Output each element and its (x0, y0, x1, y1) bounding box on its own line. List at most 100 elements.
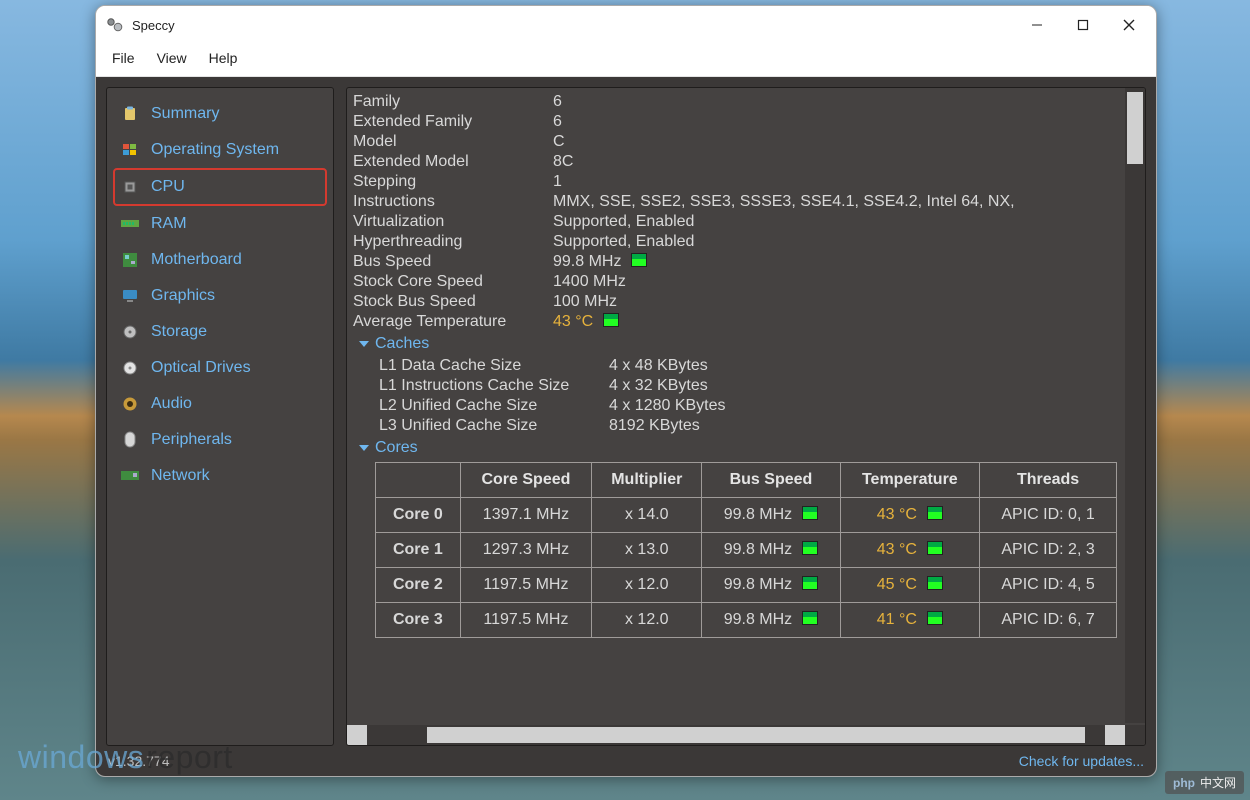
menu-view[interactable]: View (153, 48, 191, 68)
col-bus: Bus Speed (702, 463, 840, 498)
sidebar-item-network[interactable]: Network (107, 458, 333, 494)
cache-value: 4 x 48 KBytes (609, 356, 708, 376)
cell-temp: 43 °C (840, 533, 980, 568)
scroll-thumb[interactable] (1127, 92, 1143, 164)
prop-value: 8C (553, 152, 1117, 172)
section-caches[interactable]: Caches (359, 334, 1117, 354)
prop-row: ModelC (353, 132, 1117, 152)
scroll-left-button[interactable] (347, 725, 367, 745)
activity-chip-icon (802, 541, 818, 555)
prop-row: Stepping1 (353, 172, 1117, 192)
cell-bus-text: 99.8 MHz (724, 506, 792, 523)
motherboard-icon (121, 251, 139, 269)
cell-speed: 1197.5 MHz (460, 603, 592, 638)
sidebar-item-peripherals[interactable]: Peripherals (107, 422, 333, 458)
scroll-right-button[interactable] (1105, 725, 1125, 745)
sidebar-item-label: Peripherals (151, 431, 232, 449)
vertical-scrollbar[interactable] (1125, 88, 1145, 723)
ram-icon (121, 215, 139, 233)
sidebar-item-label: Optical Drives (151, 359, 251, 377)
activity-chip-icon (927, 506, 943, 520)
cell-bus-text: 99.8 MHz (724, 576, 792, 593)
statusbar: v1.32.774 Check for updates... (96, 746, 1156, 776)
prop-row: HyperthreadingSupported, Enabled (353, 232, 1117, 252)
section-label: Cores (375, 438, 418, 458)
cache-row: L1 Instructions Cache Size4 x 32 KBytes (379, 376, 1117, 396)
table-row: Core 0 1397.1 MHz x 14.0 99.8 MHz 43 °C … (376, 498, 1117, 533)
cell-speed: 1397.1 MHz (460, 498, 592, 533)
prop-value: 6 (553, 112, 1117, 132)
prop-key: Extended Family (353, 112, 553, 132)
prop-value: 1400 MHz (553, 272, 1117, 292)
php-cn-badge: php 中文网 (1165, 771, 1244, 794)
cache-key: L2 Unified Cache Size (379, 396, 609, 416)
sidebar-item-label: Storage (151, 323, 207, 341)
sidebar-item-storage[interactable]: Storage (107, 314, 333, 350)
cache-value: 4 x 1280 KBytes (609, 396, 726, 416)
check-updates-link[interactable]: Check for updates... (1019, 753, 1144, 769)
activity-chip-icon (927, 541, 943, 555)
caret-down-icon (359, 445, 369, 451)
sidebar-item-cpu[interactable]: CPU (113, 168, 327, 206)
sidebar-item-label: Operating System (151, 141, 279, 159)
cache-row: L2 Unified Cache Size4 x 1280 KBytes (379, 396, 1117, 416)
activity-chip-icon (802, 611, 818, 625)
version-label: v1.32.774 (108, 753, 170, 769)
sidebar-item-os[interactable]: Operating System (107, 132, 333, 168)
prop-key: Average Temperature (353, 312, 553, 332)
cell-threads: APIC ID: 0, 1 (980, 498, 1117, 533)
cell-name: Core 3 (376, 603, 461, 638)
horizontal-scrollbar[interactable] (347, 725, 1125, 745)
titlebar[interactable]: Speccy (96, 6, 1156, 44)
prop-key: Family (353, 92, 553, 112)
prop-value-text: 99.8 MHz (553, 253, 621, 270)
cache-value: 4 x 32 KBytes (609, 376, 708, 396)
sidebar-item-ram[interactable]: RAM (107, 206, 333, 242)
network-card-icon (121, 467, 139, 485)
activity-chip-icon (802, 576, 818, 590)
cell-bus: 99.8 MHz (702, 533, 840, 568)
client-area: Summary Operating System CPU RAM (96, 77, 1156, 746)
menu-file[interactable]: File (108, 48, 139, 68)
menubar: File View Help (96, 44, 1156, 77)
menu-help[interactable]: Help (205, 48, 242, 68)
prop-value: Supported, Enabled (553, 232, 1117, 252)
prop-key: Bus Speed (353, 252, 553, 272)
section-cores[interactable]: Cores (359, 438, 1117, 458)
cell-temp-text: 45 °C (877, 576, 917, 593)
prop-key: Extended Model (353, 152, 553, 172)
prop-row: Extended Family6 (353, 112, 1117, 132)
activity-chip-icon (927, 611, 943, 625)
maximize-button[interactable] (1060, 9, 1106, 41)
minimize-button[interactable] (1014, 9, 1060, 41)
prop-row: Extended Model8C (353, 152, 1117, 172)
sidebar-item-label: Graphics (151, 287, 215, 305)
mouse-icon (121, 431, 139, 449)
sidebar-item-label: Summary (151, 105, 219, 123)
cell-temp-text: 41 °C (877, 611, 917, 628)
prop-key: Virtualization (353, 212, 553, 232)
sidebar-item-summary[interactable]: Summary (107, 96, 333, 132)
close-button[interactable] (1106, 9, 1152, 41)
prop-value: 100 MHz (553, 292, 1117, 312)
sidebar-item-optical[interactable]: Optical Drives (107, 350, 333, 386)
sidebar-item-graphics[interactable]: Graphics (107, 278, 333, 314)
cache-row: L3 Unified Cache Size8192 KBytes (379, 416, 1117, 436)
cell-temp: 45 °C (840, 568, 980, 603)
cell-mult: x 14.0 (592, 498, 702, 533)
cell-speed: 1197.5 MHz (460, 568, 592, 603)
prop-value: 99.8 MHz (553, 252, 1117, 272)
cell-threads: APIC ID: 2, 3 (980, 533, 1117, 568)
col-name (376, 463, 461, 498)
prop-value: 43 °C (553, 312, 1117, 332)
caret-down-icon (359, 341, 369, 347)
cell-threads: APIC ID: 4, 5 (980, 568, 1117, 603)
activity-chip-icon (603, 313, 619, 327)
cell-name: Core 1 (376, 533, 461, 568)
sidebar-item-motherboard[interactable]: Motherboard (107, 242, 333, 278)
scroll-thumb[interactable] (427, 727, 1085, 743)
sidebar-item-audio[interactable]: Audio (107, 386, 333, 422)
table-header-row: Core Speed Multiplier Bus Speed Temperat… (376, 463, 1117, 498)
caches-block: L1 Data Cache Size4 x 48 KBytes L1 Instr… (379, 356, 1117, 436)
cell-name: Core 0 (376, 498, 461, 533)
